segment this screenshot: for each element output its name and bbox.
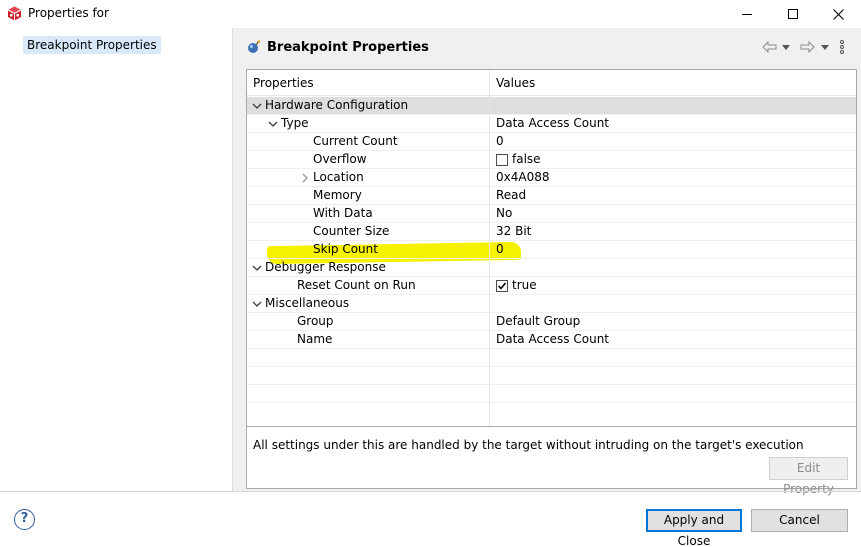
table-row[interactable]: Reset Count on Run true (247, 277, 856, 295)
title-bar: Properties for (0, 0, 861, 28)
chevron-down-icon[interactable] (267, 118, 279, 130)
property-label: Overflow (313, 152, 367, 166)
checkbox-unchecked[interactable] (496, 154, 508, 166)
table-row-empty (247, 385, 856, 403)
table-row[interactable]: Name Data Access Count (247, 331, 856, 349)
column-separator[interactable] (489, 70, 490, 426)
property-value[interactable]: Data Access Count (496, 115, 609, 133)
property-value[interactable]: Data Access Count (496, 331, 609, 349)
property-value[interactable]: 0 (496, 241, 504, 259)
description-separator (247, 426, 856, 427)
nav-item-breakpoint-properties[interactable]: Breakpoint Properties (23, 36, 161, 54)
cancel-button[interactable]: Cancel (751, 509, 848, 532)
maximize-button[interactable] (770, 0, 816, 28)
minimize-icon (742, 14, 752, 15)
table-row[interactable]: Memory Read (247, 187, 856, 205)
minimize-button[interactable] (724, 0, 770, 28)
table-row[interactable]: Location 0x4A088 (247, 169, 856, 187)
property-value[interactable]: 32 Bit (496, 223, 531, 241)
maximize-icon (788, 9, 798, 19)
properties-panel: Properties Values Hardware Configuration… (246, 69, 857, 496)
close-icon (832, 8, 844, 20)
table-row[interactable]: Type Data Access Count (247, 115, 856, 133)
property-value[interactable]: Default Group (496, 313, 580, 331)
table-row[interactable]: Miscellaneous (247, 295, 856, 313)
property-label: Hardware Configuration (265, 98, 409, 112)
property-description: All settings under this are handled by t… (253, 438, 804, 452)
property-label: Reset Count on Run (297, 278, 416, 292)
property-label: Debugger Response (265, 260, 386, 274)
page-header: Breakpoint Properties (233, 28, 861, 66)
table-row[interactable]: Current Count 0 (247, 133, 856, 151)
close-button[interactable] (815, 0, 861, 28)
property-label: Location (313, 170, 364, 184)
table-row[interactable]: Overflow false (247, 151, 856, 169)
chevron-down-icon[interactable] (251, 298, 263, 310)
forward-dropdown-icon[interactable] (820, 39, 830, 55)
window-title: Properties for (28, 6, 109, 20)
back-dropdown-icon[interactable] (781, 39, 791, 55)
table-row-empty (247, 349, 856, 367)
table-header: Properties Values (247, 70, 856, 96)
edit-property-button[interactable]: Edit Property (769, 457, 848, 496)
chevron-down-icon[interactable] (251, 100, 263, 112)
forward-arrow-icon[interactable] (799, 39, 815, 55)
table-row[interactable]: Debugger Response (247, 259, 856, 277)
view-menu-icon[interactable] (837, 39, 847, 55)
property-value[interactable]: 0 (496, 133, 504, 151)
property-label: Current Count (313, 134, 398, 148)
property-label: Group (297, 314, 334, 328)
property-label: Counter Size (313, 224, 390, 238)
table-row-empty (247, 367, 856, 385)
back-arrow-icon[interactable] (761, 39, 777, 55)
column-header-values[interactable]: Values (496, 70, 535, 96)
property-value[interactable]: true (512, 277, 537, 295)
checkmark-icon (497, 282, 507, 290)
chevron-down-icon[interactable] (251, 262, 263, 274)
table-row[interactable]: Group Default Group (247, 313, 856, 331)
property-value[interactable]: Read (496, 187, 526, 205)
properties-table: Properties Values Hardware Configuration… (247, 70, 856, 426)
property-label: Miscellaneous (265, 296, 350, 310)
page-title: Breakpoint Properties (267, 40, 429, 55)
property-label: Name (297, 332, 333, 346)
help-icon[interactable]: ? (14, 509, 35, 530)
property-label: Memory (313, 188, 362, 202)
property-value[interactable]: 0x4A088 (496, 169, 549, 187)
chevron-right-icon[interactable] (299, 172, 311, 184)
property-value[interactable]: No (496, 205, 512, 223)
column-header-properties[interactable]: Properties (253, 70, 314, 96)
checkbox-checked[interactable] (496, 280, 508, 292)
table-row[interactable]: Counter Size 32 Bit (247, 223, 856, 241)
table-row[interactable]: With Data No (247, 205, 856, 223)
properties-page: Breakpoint Properties Properties Values … (233, 28, 861, 496)
table-row[interactable]: Hardware Configuration (247, 97, 856, 115)
properties-dialog: Properties for Breakpoint Properties Bre (0, 0, 861, 547)
breakpoint-properties-icon (247, 40, 261, 54)
cube-logo-icon (7, 6, 22, 21)
property-value[interactable]: false (512, 151, 541, 169)
apply-and-close-button[interactable]: Apply and Close (646, 509, 742, 547)
footer-divider (0, 491, 861, 492)
property-label: Type (281, 116, 309, 130)
property-label: Skip Count (313, 242, 378, 256)
table-row[interactable]: Skip Count 0 (247, 241, 856, 259)
property-page-nav: Breakpoint Properties (0, 28, 232, 491)
property-label: With Data (313, 206, 373, 220)
